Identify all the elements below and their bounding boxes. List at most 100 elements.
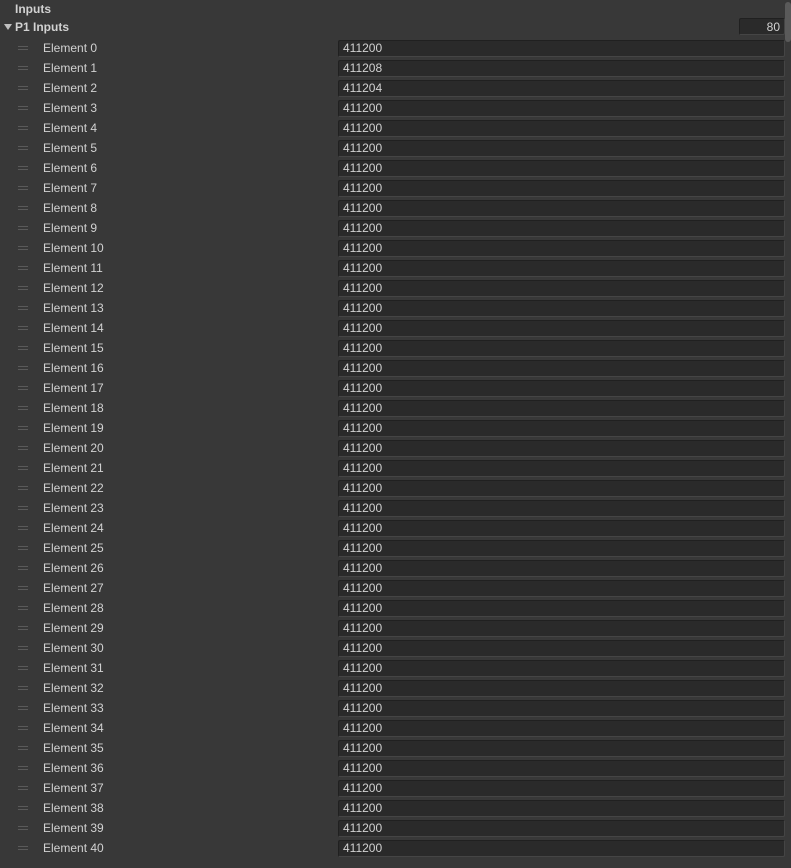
element-value-field[interactable] — [338, 400, 785, 417]
drag-handle-icon[interactable] — [16, 538, 30, 558]
drag-handle-icon[interactable] — [16, 518, 30, 538]
element-value-field[interactable] — [338, 460, 785, 477]
element-value-field[interactable] — [338, 740, 785, 757]
element-label: Element 7 — [40, 181, 335, 195]
element-label: Element 34 — [40, 721, 335, 735]
element-label: Element 27 — [40, 581, 335, 595]
element-value-field[interactable] — [338, 380, 785, 397]
drag-handle-icon[interactable] — [16, 698, 30, 718]
element-value-field[interactable] — [338, 300, 785, 317]
array-size-field[interactable] — [739, 18, 785, 35]
element-value-field[interactable] — [338, 760, 785, 777]
scrollbar-thumb[interactable] — [785, 2, 791, 42]
drag-handle-icon[interactable] — [16, 638, 30, 658]
drag-handle-icon[interactable] — [16, 458, 30, 478]
drag-handle-icon[interactable] — [16, 398, 30, 418]
drag-handle-icon[interactable] — [16, 238, 30, 258]
drag-handle-icon[interactable] — [16, 438, 30, 458]
element-value-field[interactable] — [338, 160, 785, 177]
drag-handle-icon[interactable] — [16, 218, 30, 238]
element-value-field[interactable] — [338, 440, 785, 457]
element-value-field[interactable] — [338, 280, 785, 297]
drag-handle-icon[interactable] — [16, 418, 30, 438]
array-element-row: Element 32 — [0, 678, 791, 698]
element-value-field[interactable] — [338, 680, 785, 697]
drag-handle-icon[interactable] — [16, 198, 30, 218]
element-value-field[interactable] — [338, 200, 785, 217]
drag-handle-icon[interactable] — [16, 58, 30, 78]
element-value-field[interactable] — [338, 840, 785, 857]
element-value-field[interactable] — [338, 80, 785, 97]
drag-handle-icon[interactable] — [16, 298, 30, 318]
element-value-field[interactable] — [338, 480, 785, 497]
array-element-row: Element 8 — [0, 198, 791, 218]
element-value-field[interactable] — [338, 140, 785, 157]
element-value-field[interactable] — [338, 520, 785, 537]
drag-handle-icon[interactable] — [16, 258, 30, 278]
element-value-field[interactable] — [338, 620, 785, 637]
foldout-toggle-icon[interactable] — [2, 21, 14, 33]
drag-handle-icon[interactable] — [16, 778, 30, 798]
drag-handle-icon[interactable] — [16, 678, 30, 698]
drag-handle-icon[interactable] — [16, 618, 30, 638]
array-element-row: Element 20 — [0, 438, 791, 458]
array-element-row: Element 39 — [0, 818, 791, 838]
element-value-field[interactable] — [338, 720, 785, 737]
element-value-field[interactable] — [338, 660, 785, 677]
array-element-row: Element 30 — [0, 638, 791, 658]
array-element-row: Element 38 — [0, 798, 791, 818]
drag-handle-icon[interactable] — [16, 598, 30, 618]
drag-handle-icon[interactable] — [16, 818, 30, 838]
drag-handle-icon[interactable] — [16, 178, 30, 198]
drag-handle-icon[interactable] — [16, 578, 30, 598]
element-value-field[interactable] — [338, 420, 785, 437]
drag-handle-icon[interactable] — [16, 798, 30, 818]
drag-handle-icon[interactable] — [16, 358, 30, 378]
drag-handle-icon[interactable] — [16, 658, 30, 678]
element-value-field[interactable] — [338, 560, 785, 577]
element-value-field[interactable] — [338, 320, 785, 337]
element-value-field[interactable] — [338, 580, 785, 597]
element-value-field[interactable] — [338, 540, 785, 557]
drag-handle-icon[interactable] — [16, 158, 30, 178]
drag-handle-icon[interactable] — [16, 558, 30, 578]
drag-handle-icon[interactable] — [16, 318, 30, 338]
drag-handle-icon[interactable] — [16, 118, 30, 138]
drag-handle-icon[interactable] — [16, 838, 30, 858]
element-value-field[interactable] — [338, 600, 785, 617]
drag-handle-icon[interactable] — [16, 278, 30, 298]
drag-handle-icon[interactable] — [16, 98, 30, 118]
array-element-row: Element 12 — [0, 278, 791, 298]
drag-handle-icon[interactable] — [16, 498, 30, 518]
element-value-field[interactable] — [338, 40, 785, 57]
drag-handle-icon[interactable] — [16, 378, 30, 398]
element-value-field[interactable] — [338, 60, 785, 77]
element-value-field[interactable] — [338, 100, 785, 117]
drag-handle-icon[interactable] — [16, 138, 30, 158]
element-value-field[interactable] — [338, 260, 785, 277]
array-element-row: Element 29 — [0, 618, 791, 638]
element-value-field[interactable] — [338, 500, 785, 517]
element-value-field[interactable] — [338, 120, 785, 137]
element-label: Element 13 — [40, 301, 335, 315]
element-value-field[interactable] — [338, 780, 785, 797]
drag-handle-icon[interactable] — [16, 78, 30, 98]
array-header[interactable]: P1 Inputs — [0, 18, 791, 36]
drag-handle-icon[interactable] — [16, 718, 30, 738]
drag-handle-icon[interactable] — [16, 738, 30, 758]
element-value-field[interactable] — [338, 360, 785, 377]
element-value-field[interactable] — [338, 800, 785, 817]
element-value-field[interactable] — [338, 240, 785, 257]
drag-handle-icon[interactable] — [16, 758, 30, 778]
element-value-field[interactable] — [338, 340, 785, 357]
element-value-field[interactable] — [338, 820, 785, 837]
element-value-field[interactable] — [338, 220, 785, 237]
drag-handle-icon[interactable] — [16, 338, 30, 358]
element-label: Element 18 — [40, 401, 335, 415]
element-value-field[interactable] — [338, 640, 785, 657]
element-value-field[interactable] — [338, 700, 785, 717]
scrollbar[interactable] — [785, 0, 791, 868]
element-value-field[interactable] — [338, 180, 785, 197]
drag-handle-icon[interactable] — [16, 478, 30, 498]
drag-handle-icon[interactable] — [16, 38, 30, 58]
